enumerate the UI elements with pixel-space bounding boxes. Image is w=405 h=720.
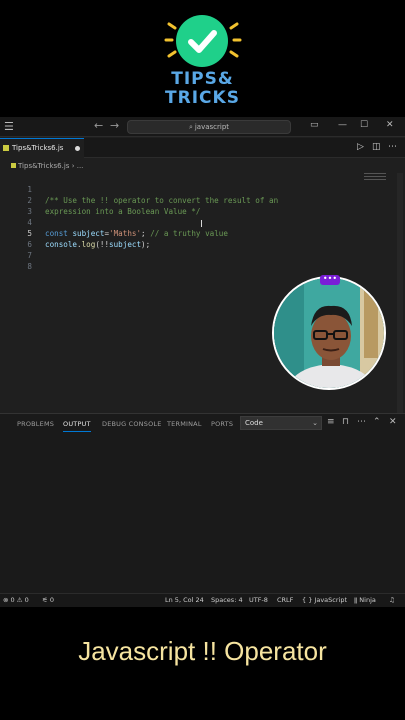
logo-text-tricks: TRICKS	[165, 88, 240, 108]
back-arrow-icon[interactable]: ←	[94, 119, 103, 132]
tab-problems[interactable]: PROBLEMS	[17, 420, 54, 428]
chevron-up-icon[interactable]: ⌃	[373, 417, 381, 427]
language-mode[interactable]: { } JavaScript	[302, 594, 347, 607]
webcam-overlay	[272, 276, 386, 390]
layout-toggle-icon[interactable]: ▭	[310, 120, 319, 130]
code-line-7: 7	[0, 239, 360, 260]
chevron-down-icon: ⌄	[312, 419, 318, 427]
editor-tab-bar: Tips&Tricks6.js ▷ ◫ ⋯	[0, 138, 405, 158]
code-line-3: 3	[0, 195, 360, 216]
line-ending[interactable]: CRLF	[277, 594, 293, 607]
ports-status[interactable]: ⚟ 0	[42, 594, 54, 607]
output-channel-select[interactable]: Code ⌄	[240, 416, 322, 430]
code-line-8: 8	[0, 250, 360, 271]
tab-tips-tricks6[interactable]: Tips&Tricks6.js	[0, 138, 84, 158]
run-icon[interactable]: ▷	[357, 142, 364, 152]
more-actions-icon[interactable]: ⋯	[357, 417, 366, 427]
tab-label: Tips&Tricks6.js	[12, 144, 64, 152]
tab-output[interactable]: OUTPUT	[63, 420, 91, 432]
code-line-2: 2 expression into a Boolean Value */	[0, 184, 360, 216]
code-line-1: 1 /** Use the !! operator to convert the…	[0, 173, 360, 205]
more-actions-icon[interactable]: ⋯	[388, 142, 397, 152]
minimize-icon[interactable]: —	[338, 120, 347, 130]
code-line-4: 4 const subject='Maths'; // a truthy val…	[0, 206, 360, 238]
code-line-5: 5 console.log(!!subject);	[0, 217, 360, 249]
lock-icon[interactable]: ⊓	[342, 417, 349, 427]
title-bar: ☰ ← → ⌕ javascript ▭ — ☐ ✕	[0, 117, 405, 137]
notifications-bell-icon[interactable]: ♫	[389, 594, 395, 607]
warning-icon: ⚠	[16, 596, 23, 604]
status-bar: ⊗ 0 ⚠ 0 ⚟ 0 Ln 5, Col 24 Spaces: 4 UTF-8…	[0, 593, 405, 607]
ninja-icon: ǁ	[354, 596, 358, 604]
unsaved-dot-icon[interactable]	[75, 146, 80, 151]
error-count: 0	[10, 596, 15, 604]
check-icon	[176, 15, 228, 67]
maximize-icon[interactable]: ☐	[360, 120, 368, 130]
broadcast-icon: ⚟	[42, 596, 48, 604]
ninja-status[interactable]: ǁ Ninja	[354, 594, 376, 607]
encoding[interactable]: UTF-8	[249, 594, 268, 607]
ninja-label: Ninja	[359, 596, 376, 604]
search-text: javascript	[194, 123, 230, 131]
tab-ports[interactable]: PORTS	[211, 420, 233, 428]
select-value: Code	[245, 419, 263, 427]
braces-icon: { }	[302, 596, 313, 604]
split-editor-icon[interactable]: ◫	[372, 142, 381, 152]
hamburger-menu-icon[interactable]: ☰	[4, 120, 16, 133]
minimap[interactable]	[364, 173, 386, 183]
line-number: 8	[27, 262, 32, 271]
breadcrumb-more[interactable]: ...	[77, 162, 84, 170]
video-caption: Javascript !! Operator	[78, 636, 327, 666]
indentation[interactable]: Spaces: 4	[211, 594, 243, 607]
javascript-file-icon	[3, 145, 9, 151]
presenter-video	[274, 278, 384, 388]
tab-terminal[interactable]: TERMINAL	[167, 420, 202, 428]
editor-scrollbar[interactable]	[397, 173, 403, 413]
code-line-6: 6	[0, 228, 360, 249]
error-icon: ⊗	[3, 596, 9, 604]
tab-debug-console[interactable]: DEBUG CONSOLE	[102, 420, 162, 428]
problems-status[interactable]: ⊗ 0 ⚠ 0	[3, 594, 29, 607]
warning-count: 0	[24, 596, 29, 604]
close-panel-icon[interactable]: ✕	[389, 417, 397, 427]
breadcrumb[interactable]: Tips&Tricks6.js › ...	[0, 159, 405, 173]
text-cursor-icon: I	[200, 219, 203, 230]
command-center-search[interactable]: ⌕ javascript	[127, 120, 291, 134]
javascript-file-icon	[11, 163, 16, 168]
tips-tricks-logo: TIPS& TRICKS	[0, 0, 405, 115]
breadcrumb-file[interactable]: Tips&Tricks6.js	[18, 162, 69, 170]
bottom-panel: PROBLEMS OUTPUT DEBUG CONSOLE TERMINAL P…	[0, 413, 405, 593]
language-label: JavaScript	[314, 596, 348, 604]
cursor-position[interactable]: Ln 5, Col 24	[165, 594, 204, 607]
search-icon: ⌕	[188, 123, 193, 131]
filter-list-icon[interactable]: ≡	[327, 417, 335, 427]
forward-arrow-icon[interactable]: →	[110, 119, 119, 132]
ports-count: 0	[49, 596, 55, 604]
close-window-icon[interactable]: ✕	[386, 120, 394, 130]
webcam-options-icon[interactable]: •••	[320, 275, 340, 285]
logo-text-tips: TIPS&	[171, 69, 234, 89]
